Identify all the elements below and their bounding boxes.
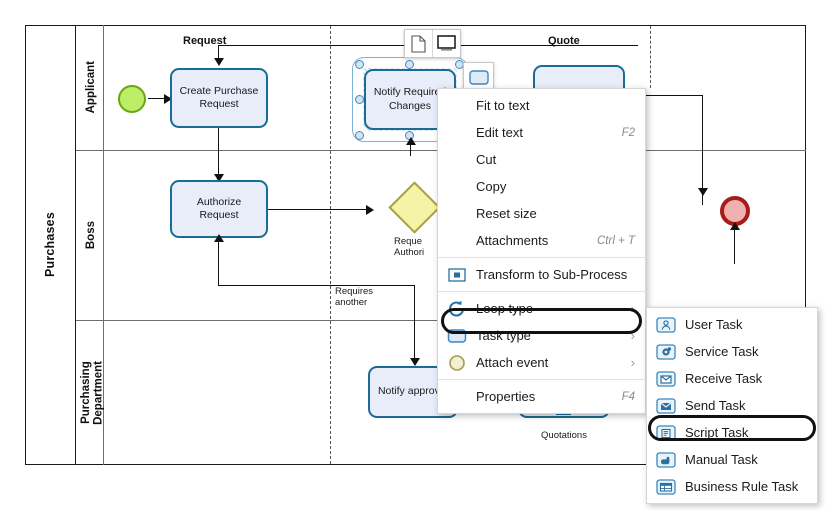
menu-item-attach-event[interactable]: Attach event›: [438, 349, 645, 376]
arrowhead-authorize-to-gateway: [366, 205, 374, 215]
task-authorize-request[interactable]: Authorize Request: [170, 180, 268, 238]
chevron-right-icon: ›: [621, 355, 635, 370]
lane-title-applicant: Applicant: [78, 25, 104, 150]
menu-item-edit-text-shortcut: F2: [608, 127, 635, 139]
menu-separator: [438, 291, 645, 292]
loop-icon: [438, 300, 476, 318]
menu-item-edit-text[interactable]: Edit textF2: [438, 119, 645, 146]
milestone-divider-2: [650, 26, 651, 88]
flow-label-requires-another: Requiresanother: [335, 286, 405, 309]
menu-separator: [438, 379, 645, 380]
submenu-item-receive-task-label: Receive Task: [685, 371, 807, 386]
arrowhead-notify-up: [406, 137, 416, 145]
menu-item-fit-to-text-label: Fit to text: [476, 98, 635, 113]
submenu-item-script-task-label: Script Task: [685, 425, 807, 440]
arrowhead-into-end: [698, 188, 708, 196]
submenu-item-send-task[interactable]: Send Task: [647, 392, 817, 419]
submenu-item-service-task[interactable]: Service Task: [647, 338, 817, 365]
manual-task-icon: [647, 452, 685, 468]
resize-handle-nw[interactable]: [355, 60, 364, 69]
flow-gateway-to-notify: [414, 285, 415, 365]
arrowhead-into-create: [214, 58, 224, 66]
menu-item-properties[interactable]: PropertiesF4: [438, 383, 645, 410]
menu-item-copy-label: Copy: [476, 179, 635, 194]
menu-item-cut-label: Cut: [476, 152, 635, 167]
menu-item-reset-size[interactable]: Reset size: [438, 200, 645, 227]
user-task-icon: [647, 317, 685, 333]
resize-handle-w[interactable]: [355, 95, 364, 104]
pool-label: Purchases: [25, 25, 76, 465]
menu-item-loop-type-label: Loop type: [476, 301, 621, 316]
lane-label-applicant: Applicant: [85, 61, 98, 113]
start-event[interactable]: [118, 85, 146, 113]
menu-item-properties-shortcut: F4: [608, 391, 635, 403]
script-task-icon: [647, 425, 685, 441]
flow-authorize-to-gateway: [268, 209, 368, 210]
submenu-item-send-task-label: Send Task: [685, 398, 807, 413]
submenu-item-manual-task-label: Manual Task: [685, 452, 807, 467]
menu-item-transform-subprocess[interactable]: Transform to Sub-Process: [438, 261, 645, 288]
menu-item-transform-subprocess-label: Transform to Sub-Process: [476, 267, 635, 282]
menu-item-copy[interactable]: Copy: [438, 173, 645, 200]
arrowhead-loopback: [214, 234, 224, 242]
menu-item-task-type[interactable]: Task type›: [438, 322, 645, 349]
menu-item-fit-to-text[interactable]: Fit to text: [438, 92, 645, 119]
context-menu[interactable]: Fit to text Edit textF2 Cut Copy Reset size A…: [437, 88, 646, 414]
arrowhead-gateway-to-notify: [410, 358, 420, 366]
submenu-item-business-rule-task-label: Business Rule Task: [685, 479, 807, 494]
chevron-right-icon: ›: [621, 301, 635, 316]
document-icon[interactable]: [405, 30, 433, 57]
bpmn-canvas[interactable]: Purchases Applicant Boss PurchasingDepar…: [0, 0, 831, 510]
menu-item-attach-event-label: Attach event: [476, 355, 621, 370]
menu-item-attachments-shortcut: Ctrl + T: [583, 235, 635, 247]
lane-title-purchasing: PurchasingDepartment: [78, 320, 108, 465]
screen-icon[interactable]: [433, 30, 460, 57]
event-circle-icon: [438, 354, 476, 372]
menu-item-loop-type[interactable]: Loop type›: [438, 295, 645, 322]
subprocess-caption: Quotations: [518, 430, 610, 441]
floating-toolbar[interactable]: [404, 29, 461, 58]
menu-item-attachments[interactable]: AttachmentsCtrl + T: [438, 227, 645, 254]
lane-label-purchasing: PurchasingDepartment: [80, 361, 105, 425]
menu-item-properties-label: Properties: [476, 389, 608, 404]
subprocess-icon: [438, 267, 476, 283]
lane-label-boss: Boss: [85, 221, 98, 249]
send-task-icon: [647, 398, 685, 414]
submenu-item-user-task-label: User Task: [685, 317, 807, 332]
menu-item-edit-text-label: Edit text: [476, 125, 608, 140]
submenu-item-manual-task[interactable]: Manual Task: [647, 446, 817, 473]
resize-handle-n[interactable]: [405, 60, 414, 69]
flow-loopback-v1: [218, 238, 219, 286]
submenu-item-service-task-label: Service Task: [685, 344, 807, 359]
chevron-right-icon: ›: [621, 328, 635, 343]
task-create-purchase-request[interactable]: Create Purchase Request: [170, 68, 268, 128]
arrowhead-end-lower: [730, 222, 740, 230]
menu-separator: [438, 257, 645, 258]
submenu-item-user-task[interactable]: User Task: [647, 311, 817, 338]
menu-item-attachments-label: Attachments: [476, 233, 583, 248]
business-rule-task-icon: [647, 479, 685, 495]
menu-item-cut[interactable]: Cut: [438, 146, 645, 173]
resize-handle-sw[interactable]: [355, 131, 364, 140]
milestone-divider-1: [330, 26, 331, 464]
task-shape-icon: [438, 328, 476, 344]
submenu-item-receive-task[interactable]: Receive Task: [647, 365, 817, 392]
flow-end-lower: [734, 226, 735, 264]
task-type-submenu[interactable]: User Task Service Task Receive Task Send Ta…: [646, 307, 818, 504]
receive-task-icon: [647, 371, 685, 387]
service-task-icon: [647, 344, 685, 360]
menu-item-reset-size-label: Reset size: [476, 206, 635, 221]
menu-item-task-type-label: Task type: [476, 328, 621, 343]
submenu-item-business-rule-task[interactable]: Business Rule Task: [647, 473, 817, 500]
pool-label-text: Purchases: [43, 212, 57, 277]
lane-title-boss: Boss: [78, 150, 104, 320]
flow-create-to-authorize: [218, 128, 219, 176]
submenu-item-script-task[interactable]: Script Task: [647, 419, 817, 446]
